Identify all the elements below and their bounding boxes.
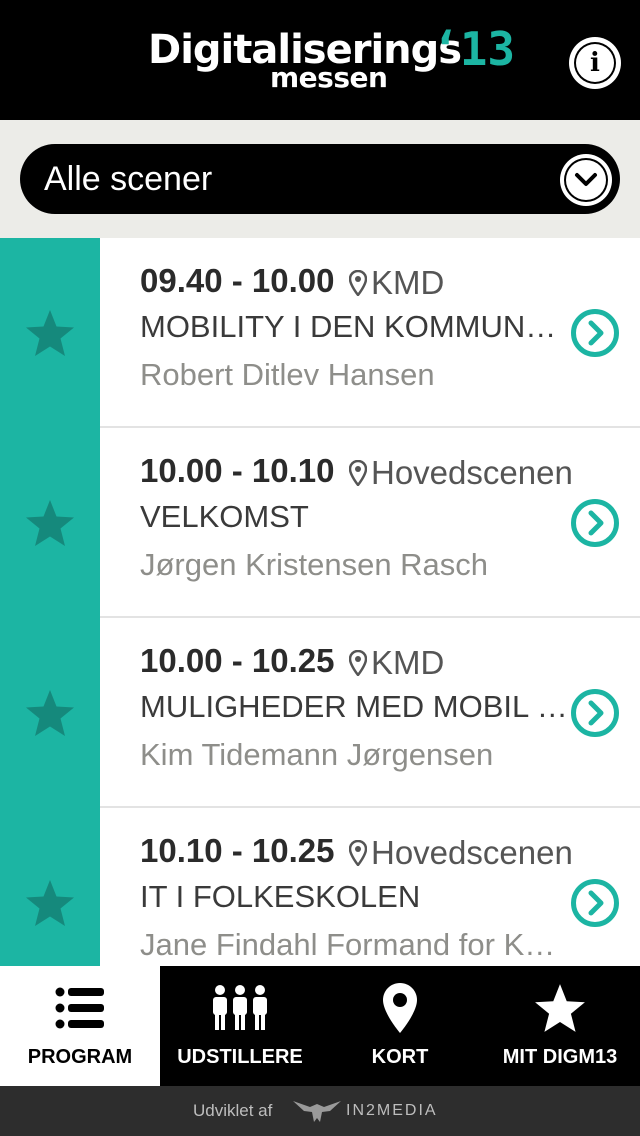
session-location-label: Hovedscenen xyxy=(371,834,573,871)
list-icon xyxy=(0,980,160,1036)
session-time: 09.40 - 10.00 xyxy=(140,262,335,299)
favorite-toggle[interactable] xyxy=(0,808,100,966)
session-speaker: Robert Ditlev Hansen xyxy=(140,357,435,392)
footer-credit: Udviklet af xyxy=(193,1101,273,1120)
session-location-label: Hovedscenen xyxy=(371,454,573,491)
stage-filter-value: Alle scener xyxy=(44,160,213,198)
session-location-label: KMD xyxy=(371,644,445,681)
session-list[interactable]: 09.40 - 10.00 KMD MOBILITY I DEN KOMMUNA… xyxy=(0,238,640,966)
in2media-logo-icon xyxy=(293,1101,341,1122)
star-icon xyxy=(26,310,74,356)
session-title: VELKOMST xyxy=(140,499,309,534)
info-icon: i xyxy=(574,42,616,84)
tab-program-label: PROGRAM xyxy=(27,1046,133,1068)
session-title: IT I FOLKESKOLEN xyxy=(140,879,421,914)
info-button[interactable]: i xyxy=(569,37,621,89)
footer-brand: IN2MEDIA xyxy=(346,1102,438,1119)
chevron-right-icon[interactable] xyxy=(570,498,620,548)
session-row[interactable]: 10.00 - 10.10 Hovedscenen VELKOMST Jørge… xyxy=(0,428,640,618)
session-location: KMD xyxy=(349,264,444,302)
footer: Udviklet af IN2MEDIA xyxy=(0,1086,640,1136)
tab-mit-digm13[interactable]: MIT DIGM13 xyxy=(480,966,640,1086)
favorite-toggle[interactable] xyxy=(0,238,100,428)
star-icon xyxy=(26,690,74,736)
logo-sub-text: messen xyxy=(270,61,388,94)
session-location: Hovedscenen xyxy=(349,454,573,492)
tab-program[interactable]: PROGRAM xyxy=(0,966,160,1086)
session-title: MOBILITY I DEN KOMMUNA… xyxy=(140,309,572,344)
tab-mit-digm13-label: MIT DIGM13 xyxy=(502,1046,618,1068)
map-pin-icon xyxy=(349,650,367,676)
map-pin-icon xyxy=(349,270,367,296)
star-icon xyxy=(480,980,640,1036)
session-row[interactable]: 09.40 - 10.00 KMD MOBILITY I DEN KOMMUNA… xyxy=(0,238,640,428)
tab-kort-label: KORT xyxy=(371,1046,429,1068)
filter-area: Alle scener xyxy=(0,120,640,238)
session-location-label: KMD xyxy=(371,264,445,301)
session-time: 10.00 - 10.25 xyxy=(140,642,335,679)
chevron-right-icon[interactable] xyxy=(570,878,620,928)
tab-udstillere-label: UDSTILLERE xyxy=(177,1046,303,1068)
map-pin-icon xyxy=(349,840,367,866)
session-row[interactable]: 10.10 - 10.25 Hovedscenen IT I FOLKESKOL… xyxy=(0,808,640,966)
star-icon xyxy=(26,500,74,546)
session-row[interactable]: 10.00 - 10.25 KMD MULIGHEDER MED MOBIL …… xyxy=(0,618,640,808)
map-pin-icon xyxy=(349,460,367,486)
session-location: Hovedscenen xyxy=(349,834,573,872)
chevron-down-icon xyxy=(560,154,612,206)
session-speaker: Kim Tidemann Jørgensen xyxy=(140,737,494,772)
session-speaker: Jane Findahl Formand for K… xyxy=(140,927,556,962)
tab-udstillere[interactable]: UDSTILLERE xyxy=(160,966,320,1086)
app-logo: Digitaliserings messen ‘13 xyxy=(148,26,515,94)
star-icon xyxy=(26,880,74,926)
stage-filter-select[interactable]: Alle scener xyxy=(20,144,620,214)
logo-year-text: ‘13 xyxy=(432,22,516,76)
map-pin-icon xyxy=(320,980,480,1036)
session-title: MULIGHEDER MED MOBIL … xyxy=(140,689,568,724)
chevron-right-icon[interactable] xyxy=(570,688,620,738)
session-speaker: Jørgen Kristensen Rasch xyxy=(140,547,489,582)
people-icon xyxy=(160,980,320,1036)
session-location: KMD xyxy=(349,644,444,682)
session-time: 10.00 - 10.10 xyxy=(140,452,335,489)
favorite-toggle[interactable] xyxy=(0,618,100,808)
tab-kort[interactable]: KORT xyxy=(320,966,480,1086)
favorite-toggle[interactable] xyxy=(0,428,100,618)
tab-bar: PROGRAM UDSTILLERE KORT MIT DIGM13 xyxy=(0,966,640,1086)
chevron-right-icon[interactable] xyxy=(570,308,620,358)
session-time: 10.10 - 10.25 xyxy=(140,832,335,869)
app-header: Digitaliserings messen ‘13 i xyxy=(0,0,640,120)
